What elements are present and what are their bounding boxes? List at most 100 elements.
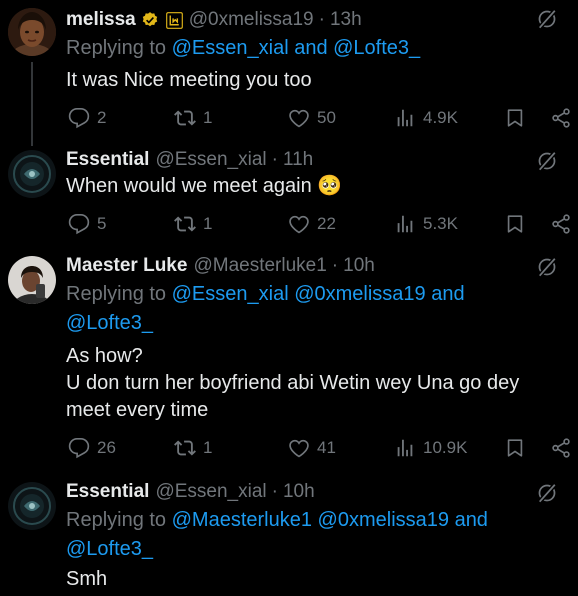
grok-icon[interactable] bbox=[536, 8, 558, 30]
repost-icon bbox=[174, 107, 196, 129]
repost-icon bbox=[174, 437, 196, 459]
separator: · bbox=[318, 9, 325, 30]
views-button[interactable]: 4.9K bbox=[394, 106, 458, 130]
bookmark-icon bbox=[504, 107, 526, 129]
reply-button[interactable]: 5 bbox=[68, 212, 106, 236]
repost-button[interactable]: 1 bbox=[174, 436, 212, 460]
heart-icon bbox=[288, 437, 310, 459]
tweet-text: When would we meet again 🥺 bbox=[66, 173, 566, 200]
reply-count: 5 bbox=[97, 214, 107, 233]
tweet-header: melissa @0xmelissa19 · 13h bbox=[66, 8, 362, 32]
heart-icon bbox=[288, 213, 310, 235]
like-button[interactable]: 41 bbox=[288, 436, 336, 460]
grok-icon[interactable] bbox=[536, 256, 558, 278]
tweet-essential-2[interactable]: Essential @Essen_xial · 10h Replying to … bbox=[0, 476, 578, 596]
like-count: 41 bbox=[317, 438, 336, 457]
separator: · bbox=[271, 481, 278, 502]
reply-button[interactable]: 26 bbox=[68, 436, 116, 460]
repost-button[interactable]: 1 bbox=[174, 212, 212, 236]
views-button[interactable]: 10.9K bbox=[394, 436, 467, 460]
reply-count: 26 bbox=[97, 438, 116, 457]
share-button[interactable] bbox=[550, 212, 578, 236]
heart-icon bbox=[288, 107, 310, 129]
separator: · bbox=[331, 255, 339, 276]
handle[interactable]: @Essen_xial bbox=[155, 148, 266, 172]
bookmark-icon bbox=[504, 437, 526, 459]
handle[interactable]: @Essen_xial bbox=[155, 480, 266, 504]
gold-verified-badge-icon[interactable] bbox=[141, 11, 159, 29]
tweet-text-line: meet every time bbox=[66, 399, 209, 421]
timestamp[interactable]: 13h bbox=[330, 8, 362, 32]
avatar-essential[interactable] bbox=[8, 482, 56, 530]
bookmark-button[interactable] bbox=[504, 212, 533, 236]
bookmark-button[interactable] bbox=[504, 436, 533, 460]
share-icon bbox=[550, 213, 572, 235]
replying-mentions-line2[interactable]: @Lofte3_ bbox=[66, 538, 153, 560]
replying-prefix: Replying to bbox=[66, 509, 172, 531]
share-button[interactable] bbox=[550, 436, 578, 460]
views-icon bbox=[394, 107, 416, 129]
replying-prefix: Replying to bbox=[66, 37, 172, 59]
like-button[interactable]: 22 bbox=[288, 212, 336, 236]
tweet-text: It was Nice meeting you too bbox=[66, 67, 566, 94]
replying-to: Replying to @Maesterluke1 @0xmelissa19 a… bbox=[66, 506, 556, 564]
handle[interactable]: @0xmelissa19 bbox=[189, 8, 314, 32]
share-button[interactable] bbox=[550, 106, 578, 130]
tweet-header: Essential @Essen_xial · 11h bbox=[66, 148, 313, 172]
tweet-text: As how? U don turn her boyfriend abi Wet… bbox=[66, 343, 566, 424]
action-bar: 2 1 50 4.9K bbox=[66, 106, 578, 130]
like-count: 50 bbox=[317, 108, 336, 127]
grok-icon[interactable] bbox=[536, 150, 558, 172]
avatar-maester-luke[interactable] bbox=[8, 256, 56, 304]
bookmark-button[interactable] bbox=[504, 106, 533, 130]
tweet-header: Essential @Essen_xial · 10h bbox=[66, 480, 315, 504]
repost-count: 1 bbox=[203, 214, 213, 233]
display-name[interactable]: melissa bbox=[66, 8, 136, 32]
replying-mentions[interactable]: @Essen_xial @0xmelissa19 and bbox=[172, 283, 465, 305]
replying-to: Replying to @Essen_xial @0xmelissa19 and… bbox=[66, 280, 556, 338]
handle[interactable]: @Maesterluke1 bbox=[193, 254, 326, 278]
timestamp[interactable]: 10h bbox=[343, 254, 375, 278]
views-button[interactable]: 5.3K bbox=[394, 212, 458, 236]
repost-count: 1 bbox=[203, 438, 213, 457]
reply-icon bbox=[68, 213, 90, 235]
views-count: 10.9K bbox=[423, 438, 468, 457]
tweet-essential-1[interactable]: Essential @Essen_xial · 11h When would w… bbox=[0, 146, 578, 250]
tweet-melissa[interactable]: melissa @0xmelissa19 · 13h Replying to @… bbox=[0, 0, 578, 145]
tweet-text-line: Smh bbox=[66, 568, 108, 590]
share-icon bbox=[550, 107, 572, 129]
reply-icon bbox=[68, 437, 90, 459]
share-icon bbox=[550, 437, 572, 459]
bookmark-icon bbox=[504, 213, 526, 235]
reply-button[interactable]: 2 bbox=[68, 106, 106, 130]
tweet-text: Smh bbox=[66, 566, 566, 593]
repost-button[interactable]: 1 bbox=[174, 106, 212, 130]
action-bar: 26 1 41 10.9K bbox=[66, 436, 578, 460]
tweet-text-line: U don turn her boyfriend abi Wetin wey U… bbox=[66, 372, 520, 394]
timestamp[interactable]: 11h bbox=[283, 148, 313, 172]
timestamp[interactable]: 10h bbox=[283, 480, 315, 504]
repost-icon bbox=[174, 213, 196, 235]
tweet-maester-luke[interactable]: Maester Luke @Maesterluke1 · 10h Replyin… bbox=[0, 250, 578, 476]
grok-icon[interactable] bbox=[536, 482, 558, 504]
affiliate-badge-icon[interactable] bbox=[165, 11, 183, 29]
tweet-text-line: It was Nice meeting you too bbox=[66, 69, 312, 91]
reply-icon bbox=[68, 107, 90, 129]
repost-count: 1 bbox=[203, 108, 213, 127]
avatar-melissa[interactable] bbox=[8, 8, 56, 56]
tweet-header: Maester Luke @Maesterluke1 · 10h bbox=[66, 254, 375, 278]
display-name[interactable]: Essential bbox=[66, 480, 149, 504]
views-icon bbox=[394, 213, 416, 235]
replying-mentions-line2[interactable]: @Lofte3_ bbox=[66, 312, 153, 334]
like-button[interactable]: 50 bbox=[288, 106, 336, 130]
reply-count: 2 bbox=[97, 108, 107, 127]
replying-mentions[interactable]: @Essen_xial and @Lofte3_ bbox=[172, 37, 421, 59]
display-name[interactable]: Maester Luke bbox=[66, 254, 187, 278]
replying-to: Replying to @Essen_xial and @Lofte3_ bbox=[66, 34, 556, 63]
separator: · bbox=[271, 149, 278, 170]
views-count: 5.3K bbox=[423, 214, 458, 233]
display-name[interactable]: Essential bbox=[66, 148, 149, 172]
replying-prefix: Replying to bbox=[66, 283, 172, 305]
replying-mentions[interactable]: @Maesterluke1 @0xmelissa19 and bbox=[172, 509, 488, 531]
avatar-essential[interactable] bbox=[8, 150, 56, 198]
